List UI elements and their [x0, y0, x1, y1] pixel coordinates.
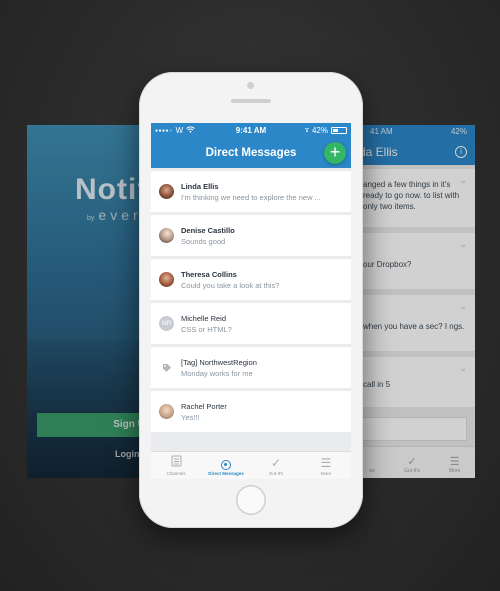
dim-overlay	[27, 125, 157, 478]
dim-overlay	[345, 125, 475, 478]
status-bar: ●●●●○ W 9:41 AM ϫ 42%	[151, 123, 351, 138]
phone-frame: ●●●●○ W 9:41 AM ϫ 42% Direct Messages + …	[139, 72, 363, 528]
message-preview: Could you take a look at this?	[181, 280, 280, 290]
avatar	[159, 272, 174, 287]
avatar	[159, 404, 174, 419]
message-row-northwest-region[interactable]: [Tag] NorthwestRegion Monday works for m…	[151, 347, 351, 388]
carrier-name: W	[175, 126, 184, 135]
page-title: Direct Messages	[205, 147, 297, 159]
sender-name: Rachel Porter	[181, 401, 227, 411]
checkmark-icon: ✓	[270, 456, 282, 470]
earpiece-speaker	[231, 99, 271, 103]
front-camera	[247, 82, 254, 89]
tab-direct-messages[interactable]: Direct Messages	[201, 452, 251, 479]
bluetooth-icon: ϫ	[304, 127, 309, 134]
home-button[interactable]	[236, 485, 266, 515]
message-row-michelle-reid[interactable]: MR Michelle Reid CSS or HTML?	[151, 303, 351, 344]
message-row-denise-castillo[interactable]: Denise Castillo Sounds good	[151, 215, 351, 256]
conversation-screen: 41 AM 42% da Ellis i ⌄ anged a few thing…	[345, 125, 475, 478]
avatar	[159, 228, 174, 243]
message-preview: Yes!!!	[181, 412, 200, 422]
phone-screen: ●●●●○ W 9:41 AM ϫ 42% Direct Messages + …	[151, 123, 351, 479]
sender-name: Linda Ellis	[181, 181, 219, 191]
onboarding-screen: Notif by ever Sign Up Login	[27, 125, 157, 478]
sender-name: Theresa Collins	[181, 269, 237, 279]
avatar	[159, 184, 174, 199]
nav-bar: Direct Messages +	[151, 138, 351, 168]
compose-button[interactable]: +	[324, 142, 346, 164]
avatar-initials: MR	[159, 316, 174, 331]
tab-bar: Channels Direct Messages ✓ Got-It's ☰ Mo…	[151, 451, 351, 479]
sender-name: [Tag] NorthwestRegion	[181, 357, 257, 367]
message-preview: CSS or HTML?	[181, 324, 232, 334]
tab-got-its[interactable]: ✓ Got-It's	[251, 452, 301, 479]
tab-channels[interactable]: Channels	[151, 452, 201, 479]
tag-icon	[159, 360, 174, 375]
wifi-icon	[186, 126, 195, 135]
user-circle-icon	[221, 460, 231, 470]
sender-name: Michelle Reid	[181, 313, 227, 323]
message-preview: Sounds good	[181, 236, 226, 246]
message-row-linda-ellis[interactable]: Linda Ellis I'm thinking we need to expl…	[151, 171, 351, 212]
sender-name: Denise Castillo	[181, 225, 235, 235]
message-list: Linda Ellis I'm thinking we need to expl…	[151, 168, 351, 432]
signal-dots-icon: ●●●●○	[155, 127, 173, 134]
message-row-theresa-collins[interactable]: Theresa Collins Could you take a look at…	[151, 259, 351, 300]
tab-more[interactable]: ☰ More	[301, 452, 351, 479]
battery-percent: 42%	[311, 126, 328, 135]
message-row-rachel-porter[interactable]: Rachel Porter Yes!!!	[151, 391, 351, 432]
message-preview: I'm thinking we need to explore the new …	[181, 192, 321, 202]
battery-icon	[331, 127, 347, 134]
message-preview: Monday works for me	[181, 368, 253, 378]
channels-icon	[171, 455, 182, 470]
menu-icon: ☰	[320, 456, 332, 470]
